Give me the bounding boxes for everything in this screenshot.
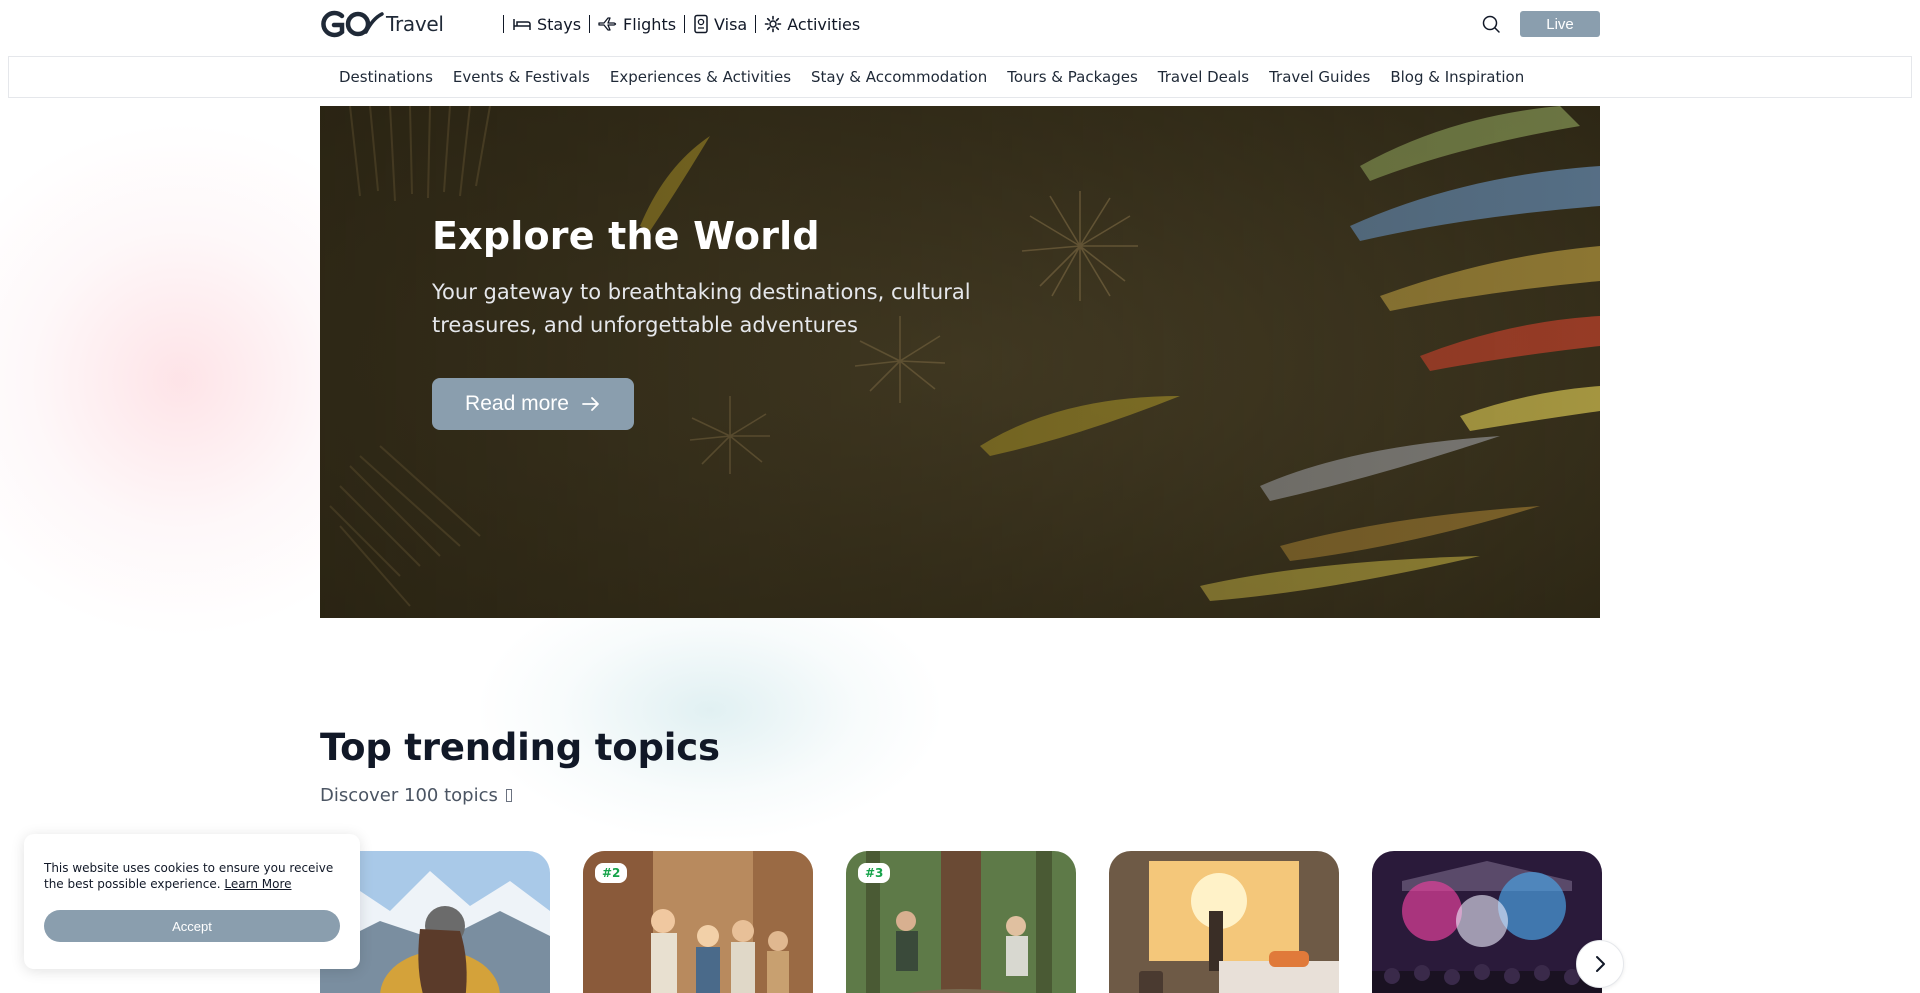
trending-carousel: #2 #3 [320, 851, 1602, 993]
category-travel-deals[interactable]: Travel Deals [1158, 68, 1249, 86]
background-blue-glow [480, 580, 940, 840]
separator [684, 15, 686, 33]
separator [589, 15, 591, 33]
hero-content: Explore the World Your gateway to breath… [432, 214, 1052, 430]
bed-icon [513, 19, 531, 30]
trending-subtitle[interactable]: Discover 100 topics [320, 785, 512, 806]
trending-card-2[interactable]: #2 [583, 851, 813, 993]
read-more-label: Read more [465, 392, 569, 415]
learn-more-link[interactable]: Learn More [224, 877, 291, 891]
category-travel-guides[interactable]: Travel Guides [1269, 68, 1370, 86]
category-tours-packages[interactable]: Tours & Packages [1007, 68, 1138, 86]
external-link-icon [505, 789, 512, 802]
category-experiences-activities[interactable]: Experiences & Activities [610, 68, 791, 86]
card-image-hotel-room [1109, 851, 1339, 993]
search-button[interactable] [1480, 13, 1502, 35]
category-destinations[interactable]: Destinations [339, 68, 433, 86]
chevron-right-icon [1596, 956, 1605, 972]
trending-subtitle-text: Discover 100 topics [320, 785, 504, 806]
accept-cookies-button[interactable]: Accept [44, 910, 340, 942]
card-image-festival [1372, 851, 1602, 993]
hero-subtitle: Your gateway to breathtaking destination… [432, 280, 971, 337]
service-nav: Stays Flights Visa Activities [495, 14, 860, 34]
live-button[interactable]: Live [1520, 11, 1600, 37]
nav-stays-label: Stays [537, 14, 582, 34]
top-header: Travel Stays Flights Visa Activities Liv… [320, 0, 1600, 48]
header-actions: Live [1480, 11, 1600, 37]
logo-wordmark: Travel [386, 12, 444, 36]
category-blog-inspiration[interactable]: Blog & Inspiration [1390, 68, 1524, 86]
category-nav: Destinations Events & Festivals Experien… [8, 56, 1912, 98]
trending-card-5[interactable] [1372, 851, 1602, 993]
separator [503, 15, 504, 33]
trending-card-4[interactable] [1109, 851, 1339, 993]
search-icon [1482, 15, 1500, 33]
category-stay-accommodation[interactable]: Stay & Accommodation [811, 68, 987, 86]
trending-title: Top trending topics [320, 726, 720, 769]
nav-activities[interactable]: Activities [764, 15, 860, 34]
cookie-message: This website uses cookies to ensure you … [44, 860, 340, 892]
rank-badge: #3 [858, 863, 891, 883]
nav-flights-label: Flights [623, 14, 677, 34]
category-events-festivals[interactable]: Events & Festivals [453, 68, 590, 86]
plane-icon [598, 17, 617, 31]
nav-visa-label: Visa [714, 14, 748, 34]
hero-banner: Explore the World Your gateway to breath… [320, 106, 1600, 618]
rank-badge: #2 [595, 863, 628, 883]
cookie-banner: This website uses cookies to ensure you … [24, 834, 360, 969]
carousel-next-button[interactable] [1576, 940, 1624, 988]
separator [755, 15, 757, 33]
arrow-right-icon [582, 397, 599, 411]
passport-icon [694, 14, 708, 34]
site-logo[interactable]: Travel [320, 10, 490, 38]
hero-title: Explore the World [432, 214, 820, 258]
read-more-button[interactable]: Read more [432, 378, 634, 430]
nav-stays[interactable]: Stays [512, 15, 581, 34]
nav-activities-label: Activities [787, 14, 861, 34]
nav-visa[interactable]: Visa [693, 14, 747, 34]
trending-card-3[interactable]: #3 [846, 851, 1076, 993]
gear-icon [764, 15, 782, 33]
nav-flights[interactable]: Flights [598, 15, 676, 34]
go-logo-icon [321, 10, 384, 38]
